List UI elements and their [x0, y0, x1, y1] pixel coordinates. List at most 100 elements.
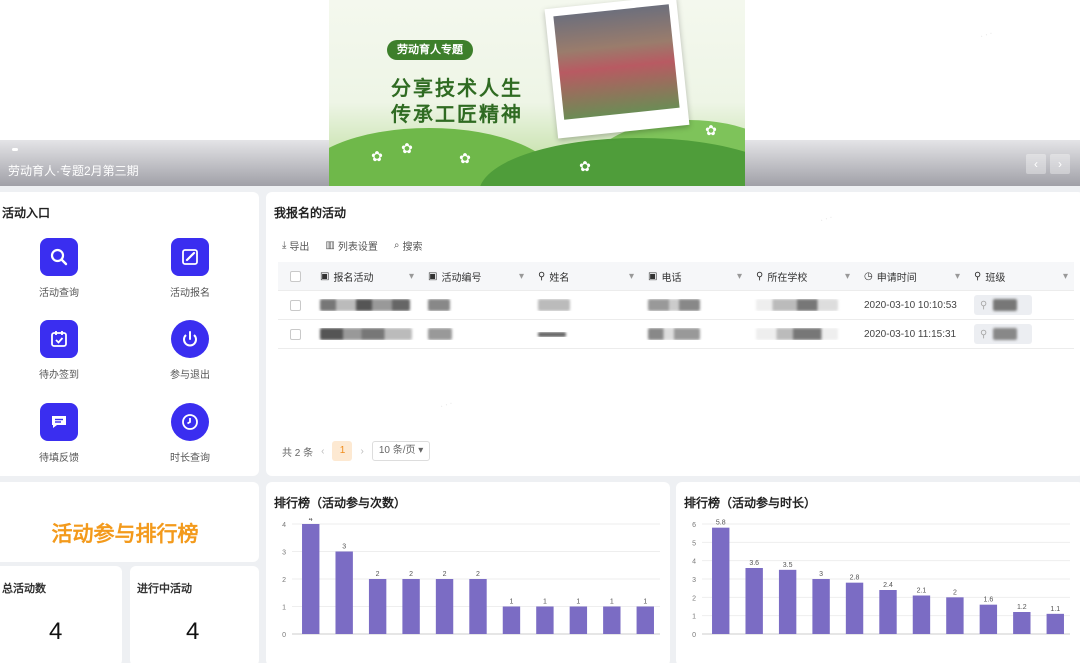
chevron-down-icon: ▾	[418, 445, 424, 456]
bar-value-label: 1	[643, 599, 647, 606]
chevron-down-icon[interactable]: ▾	[409, 271, 414, 282]
total-count: 共 2 条	[282, 447, 314, 459]
column-header[interactable]: ◷ 申请时间 ▾	[856, 269, 966, 284]
checkbox[interactable]	[289, 299, 301, 311]
activities-table: ▣ 报名活动 ▾ ▣ 活动编号 ▾ ⚲ 姓名 ▾ ▣ 电话 ▾ ⚲ 所在学校 ▾ ◷ 申请时间 ▾ ⚲ 班…	[278, 262, 1074, 349]
redacted-text	[428, 299, 450, 311]
chevron-left-icon[interactable]: ‹	[321, 446, 324, 457]
page-size-value: 10 条/页	[378, 445, 416, 456]
column-label: 报名活动	[333, 272, 374, 284]
bar	[402, 579, 420, 634]
cell-activity	[312, 299, 420, 311]
entry-feedback[interactable]: 待填反馈	[19, 403, 99, 465]
column-label: 活动编号	[441, 272, 482, 284]
column-label: 申请时间	[876, 272, 917, 284]
bar	[335, 551, 353, 634]
bar-value-label: 2	[443, 571, 447, 578]
calendar-check-icon	[40, 320, 78, 358]
chevron-down-icon[interactable]: ▾	[629, 271, 634, 282]
chevron-left-icon[interactable]: ‹	[1026, 154, 1046, 174]
column-icon: ▣	[320, 270, 330, 282]
checkbox[interactable]	[289, 328, 301, 340]
page-number[interactable]: 1	[332, 441, 353, 461]
bar-value-label: 2	[953, 589, 957, 596]
banner-carousel[interactable]: 劳动育人专题 分享技术人生 传承工匠精神 ✿ ✿ ✿ ✿ ✿ 劳动育人·专题2月…	[0, 0, 1080, 186]
search-icon: ⌕	[393, 239, 400, 251]
bar	[745, 568, 763, 634]
carousel-indicator[interactable]	[12, 148, 18, 151]
column-header[interactable]: ▣ 报名活动 ▾	[312, 269, 420, 284]
chevron-down-icon[interactable]: ▾	[737, 271, 742, 282]
cell-apply-time: 2020-03-10 10:10:53	[856, 300, 966, 311]
bar	[302, 524, 320, 634]
table-row[interactable]: 2020-03-10 10:10:53 ⚲	[278, 291, 1074, 320]
column-header[interactable]: ▣ 活动编号 ▾	[420, 269, 530, 284]
cell-activity	[312, 328, 420, 340]
user-icon: ⚲	[980, 299, 988, 311]
bar	[845, 582, 864, 634]
export-button[interactable]: ⤓ 导出	[282, 238, 309, 253]
bar	[712, 527, 730, 634]
y-tick-label: 4	[692, 559, 696, 566]
y-tick-label: 6	[692, 522, 696, 529]
clock-icon	[171, 403, 209, 441]
entry-checkin[interactable]: 待办签到	[19, 320, 99, 382]
bar	[368, 579, 387, 634]
banner-tag: 劳动育人专题	[387, 40, 473, 60]
redacted-text	[756, 299, 838, 311]
y-tick-label: 3	[282, 550, 286, 557]
chevron-down-icon[interactable]: ▾	[845, 271, 850, 282]
column-header[interactable]: ⚲ 班级 ▾	[966, 269, 1074, 284]
chevron-down-icon[interactable]: ▾	[955, 271, 960, 282]
row-select[interactable]	[278, 299, 312, 311]
column-header[interactable]: ⚲ 所在学校 ▾	[748, 269, 856, 284]
entry-label: 活动报名	[170, 288, 210, 299]
y-tick-label: 2	[282, 577, 286, 584]
y-tick-label: 3	[692, 577, 696, 584]
table-row[interactable]: 2020-03-10 11:15:31 ⚲	[278, 320, 1074, 349]
redacted-text	[648, 328, 700, 340]
bar-value-label: 3.6	[749, 560, 759, 567]
bar-value-label: 1	[610, 599, 614, 606]
redacted-text	[756, 328, 838, 340]
chevron-right-icon[interactable]: ›	[1050, 154, 1070, 174]
bar	[1046, 613, 1064, 634]
header-select-all[interactable]	[278, 270, 312, 282]
entry-quit[interactable]: 参与退出	[150, 320, 230, 382]
columns-icon: ▥	[325, 239, 335, 251]
banner-image[interactable]: 劳动育人专题 分享技术人生 传承工匠精神 ✿ ✿ ✿ ✿ ✿	[329, 0, 745, 186]
chevron-right-icon[interactable]: ›	[360, 446, 363, 457]
chart-title: 排行榜（活动参与次数）	[274, 496, 407, 510]
checkbox[interactable]	[289, 270, 301, 282]
flower-icon: ✿	[705, 122, 717, 138]
column-header[interactable]: ▣ 电话 ▾	[640, 269, 748, 284]
page-size-select[interactable]: 10 条/页 ▾	[371, 441, 431, 461]
download-icon: ⤓	[282, 239, 287, 251]
entry-activity-search[interactable]: 活动查询	[19, 238, 99, 300]
redacted-text	[993, 328, 1018, 340]
bar	[1013, 612, 1031, 634]
entry-duration[interactable]: 时长查询	[150, 403, 230, 465]
chart-participation-count: 0 1 2 3 4 4 3 2 2 2 2 1 1 1 1 1	[282, 518, 660, 639]
entry-label: 待办签到	[39, 370, 79, 381]
chevron-down-icon[interactable]: ▾	[519, 271, 524, 282]
banner-caption: 劳动育人·专题2月第三期	[8, 164, 139, 178]
entry-activity-signup[interactable]: 活动报名	[150, 238, 230, 300]
edit-icon	[171, 238, 209, 276]
user-icon: ⚲	[538, 270, 546, 282]
flower-icon: ✿	[401, 140, 413, 156]
column-settings-button[interactable]: ▥ 列表设置	[325, 238, 377, 253]
column-header[interactable]: ⚲ 姓名 ▾	[530, 269, 640, 284]
row-select[interactable]	[278, 328, 312, 340]
banner-headline-2: 传承工匠精神	[391, 104, 523, 126]
redacted-text	[320, 328, 412, 340]
bar-value-label: 1.1	[1050, 606, 1060, 613]
bar-value-label: 1.2	[1017, 604, 1027, 611]
column-label: 班级	[985, 272, 1006, 284]
bar	[603, 606, 621, 634]
chevron-down-icon[interactable]: ▾	[1063, 271, 1068, 282]
cell-name	[530, 299, 640, 311]
search-button[interactable]: ⌕ 搜索	[394, 238, 423, 253]
column-icon: ▣	[428, 270, 438, 282]
search-label: 搜索	[402, 241, 423, 253]
